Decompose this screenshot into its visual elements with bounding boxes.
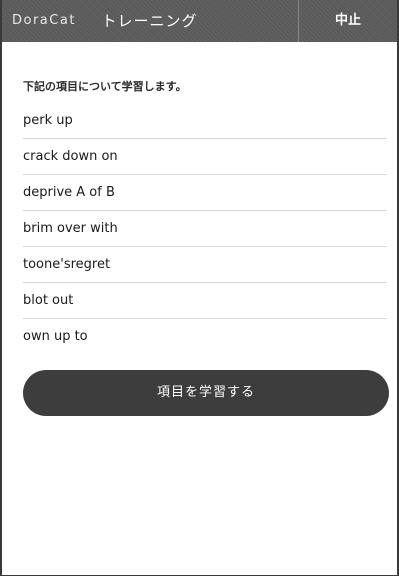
list-item: deprive A of B: [23, 175, 387, 211]
study-item-list: perk up crack down on deprive A of B bri…: [23, 103, 387, 354]
page-title: トレーニング: [101, 12, 198, 30]
list-item: perk up: [23, 103, 387, 139]
learn-items-button[interactable]: 項目を学習する: [23, 370, 389, 416]
list-item: crack down on: [23, 139, 387, 175]
main-content: 下記の項目について学習します。 perk up crack down on de…: [2, 78, 397, 416]
list-item: own up to: [23, 329, 88, 344]
list-item: blot out: [23, 283, 387, 319]
stop-button[interactable]: 中止: [298, 0, 397, 42]
intro-text: 下記の項目について学習します。: [23, 80, 187, 93]
app-frame: DoraCat トレーニング 中止 下記の項目について学習します。 perk u…: [0, 0, 399, 576]
header-bar: DoraCat トレーニング 中止: [2, 0, 397, 42]
list-item: toone'sregret: [23, 247, 387, 283]
list-item: brim over with: [23, 211, 387, 247]
